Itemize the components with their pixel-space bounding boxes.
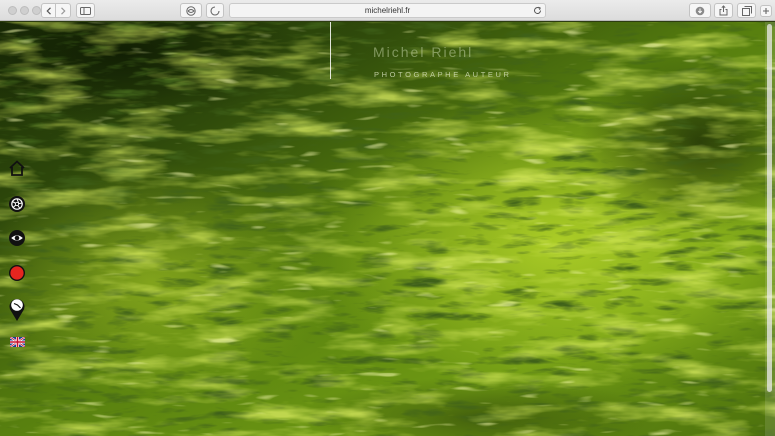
uk-flag-icon [9, 337, 25, 347]
url-text: michelriehl.fr [364, 6, 411, 15]
downloads-button[interactable] [689, 3, 711, 18]
forward-button[interactable] [56, 3, 71, 18]
share-icon [719, 5, 728, 16]
shield-icon [210, 5, 220, 16]
site-title[interactable]: Michel Riehl [373, 44, 473, 60]
new-tab-button[interactable] [760, 5, 772, 17]
address-bar[interactable]: michelriehl.fr [229, 3, 546, 18]
nav-portfolio-button[interactable] [6, 194, 28, 214]
privacy-icon [186, 5, 196, 16]
tabs-icon [741, 5, 752, 16]
record-icon [9, 265, 25, 281]
browser-toolbar: michelriehl.fr [0, 0, 775, 21]
site-subtitle: PHOTOGRAPHE AUTEUR [374, 70, 512, 79]
nav-home-button[interactable] [6, 158, 28, 178]
water-background-photo [0, 22, 775, 436]
back-button[interactable] [41, 3, 56, 18]
location-pin-icon [9, 299, 25, 321]
extensions-button[interactable] [206, 3, 224, 18]
eye-icon [9, 230, 25, 246]
aperture-icon [9, 196, 25, 212]
nav-view-button[interactable] [6, 228, 28, 248]
page-content: Michel Riehl PHOTOGRAPHE AUTEUR [0, 22, 775, 436]
tab-overview-button[interactable] [737, 3, 756, 18]
close-window-button[interactable] [8, 6, 17, 15]
share-button[interactable] [714, 3, 733, 18]
chevron-right-icon [61, 6, 66, 15]
zoom-window-button[interactable] [32, 6, 41, 15]
nav-location-button[interactable] [6, 296, 28, 322]
scrollbar-thumb[interactable] [767, 24, 772, 392]
nav-language-button[interactable] [6, 336, 28, 348]
chevron-left-icon [45, 6, 51, 15]
reload-icon[interactable] [533, 6, 542, 15]
minimize-window-button[interactable] [20, 6, 29, 15]
home-icon [9, 160, 25, 176]
sidebar-toggle-button[interactable] [76, 3, 95, 18]
sidebar-icon [80, 6, 91, 15]
header-divider [330, 22, 331, 79]
plus-icon [763, 8, 769, 14]
download-icon [695, 6, 705, 15]
privacy-report-button[interactable] [180, 3, 202, 18]
nav-record-button[interactable] [6, 263, 28, 283]
